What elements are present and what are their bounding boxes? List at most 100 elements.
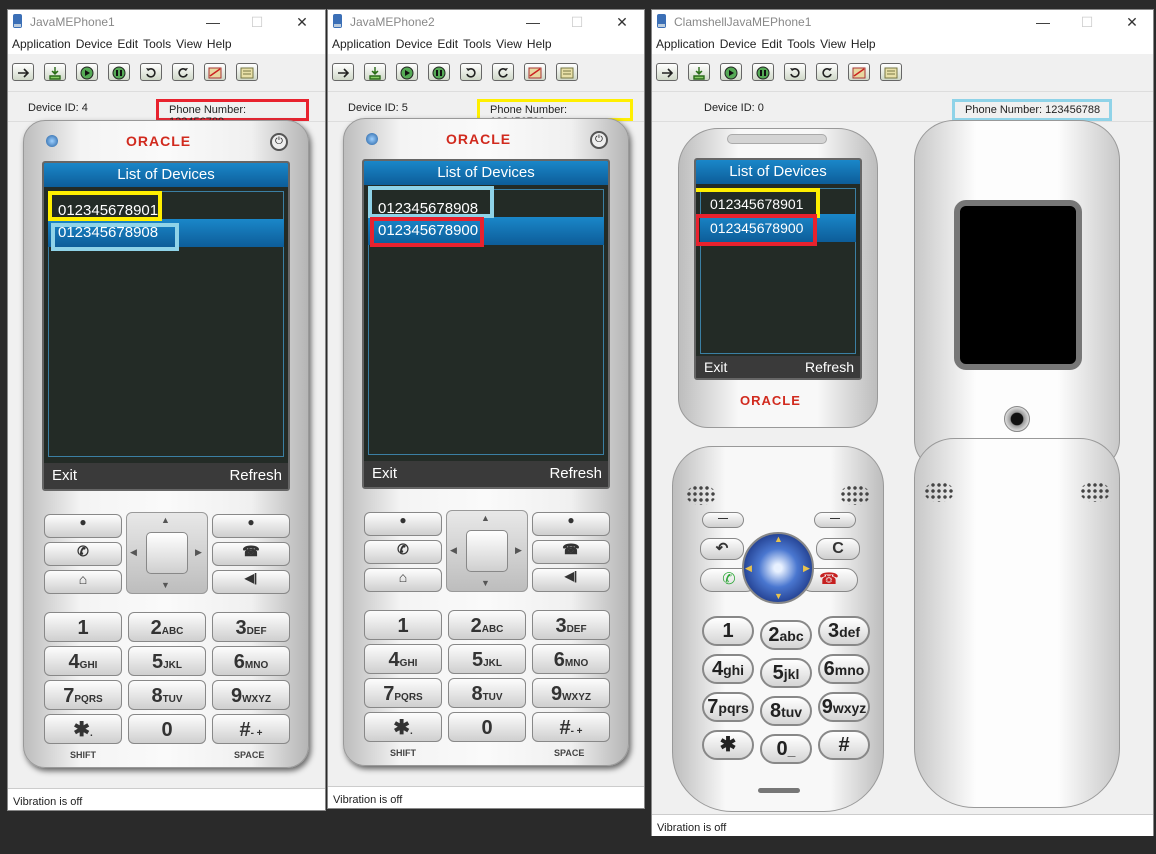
minimize-icon[interactable]: — [198, 12, 228, 32]
menu-application[interactable]: Application [328, 34, 391, 51]
key-4[interactable]: 4GHI [364, 644, 442, 674]
power-button[interactable]: ⏻ [590, 131, 608, 149]
menu-view[interactable]: View [172, 34, 202, 51]
list-icon[interactable] [880, 63, 902, 81]
menu-view[interactable]: View [816, 34, 846, 51]
key-7[interactable]: 7pqrs [702, 692, 754, 722]
nav-left-icon[interactable]: ◀ [745, 563, 752, 574]
menu-tools[interactable]: Tools [783, 34, 815, 51]
menu-edit[interactable]: Edit [113, 34, 138, 51]
key-6[interactable]: 6mno [818, 654, 870, 684]
refresh-softkey[interactable]: Refresh [805, 356, 854, 378]
key-4[interactable]: 4ghi [702, 654, 754, 684]
monitor-icon[interactable] [204, 63, 226, 81]
list-icon[interactable] [556, 63, 578, 81]
key-9[interactable]: 9WXYZ [532, 678, 610, 708]
minimize-icon[interactable]: — [518, 12, 548, 32]
pause-icon[interactable] [428, 63, 450, 81]
key-8[interactable]: 8TUV [128, 680, 206, 710]
key-9[interactable]: 9WXYZ [212, 680, 290, 710]
home-icon[interactable]: ⌂ [44, 570, 122, 594]
pause-icon[interactable] [108, 63, 130, 81]
refresh-softkey[interactable]: Refresh [229, 463, 282, 489]
maximize-icon[interactable]: ☐ [242, 12, 272, 32]
key-1[interactable]: 1 [702, 616, 754, 646]
menu-tools[interactable]: Tools [459, 34, 491, 51]
key-hash[interactable]: #- + [532, 712, 610, 742]
left-softkey[interactable]: ● [44, 514, 122, 538]
key-2[interactable]: 2abc [760, 620, 812, 650]
key-3[interactable]: 3DEF [532, 610, 610, 640]
nav-down-icon[interactable]: ▼ [161, 580, 170, 590]
nav-right-icon[interactable]: ▶ [515, 545, 522, 556]
exit-softkey[interactable]: Exit [372, 461, 397, 487]
menu-tools[interactable]: Tools [139, 34, 171, 51]
key-2[interactable]: 2ABC [448, 610, 526, 640]
nav-down-icon[interactable]: ▼ [774, 591, 783, 601]
right-softkey[interactable]: — [814, 512, 856, 528]
run-icon[interactable] [332, 63, 354, 81]
key-3[interactable]: 3DEF [212, 612, 290, 642]
exit-softkey[interactable]: Exit [704, 356, 727, 378]
resume-icon[interactable] [460, 63, 482, 81]
install-icon[interactable] [688, 63, 710, 81]
key-8[interactable]: 8TUV [448, 678, 526, 708]
home-icon[interactable]: ⌂ [364, 568, 442, 592]
close-icon[interactable]: ✕ [607, 12, 637, 32]
minimize-icon[interactable]: — [1028, 12, 1058, 32]
back-icon[interactable]: ↶ [700, 538, 744, 560]
reset-icon[interactable] [816, 63, 838, 81]
title-bar[interactable]: ClamshellJavaMEPhone1 — ☐ ✕ [652, 10, 1153, 34]
clear-icon[interactable]: ◀| [212, 570, 290, 594]
exit-softkey[interactable]: Exit [52, 463, 77, 489]
end-call-icon[interactable]: ☎ [212, 542, 290, 566]
key-8[interactable]: 8tuv [760, 696, 812, 726]
install-icon[interactable] [364, 63, 386, 81]
install-icon[interactable] [44, 63, 66, 81]
clear-button[interactable]: C [816, 538, 860, 560]
pause-icon[interactable] [752, 63, 774, 81]
key-2[interactable]: 2ABC [128, 612, 206, 642]
reset-icon[interactable] [492, 63, 514, 81]
key-star[interactable]: ✱. [364, 712, 442, 742]
right-softkey[interactable]: ● [532, 512, 610, 536]
key-hash[interactable]: # [818, 730, 870, 760]
play-icon[interactable] [720, 63, 742, 81]
key-1[interactable]: 1 [364, 610, 442, 640]
menu-application[interactable]: Application [8, 34, 71, 51]
nav-up-icon[interactable]: ▲ [161, 515, 170, 525]
resume-icon[interactable] [784, 63, 806, 81]
key-9[interactable]: 9wxyz [818, 692, 870, 722]
key-7[interactable]: 7PQRS [44, 680, 122, 710]
close-icon[interactable]: ✕ [287, 12, 317, 32]
key-6[interactable]: 6MNO [532, 644, 610, 674]
nav-left-icon[interactable]: ◀ [130, 547, 137, 558]
menu-help[interactable]: Help [847, 34, 876, 51]
key-0[interactable]: 0 [448, 712, 526, 742]
key-1[interactable]: 1 [44, 612, 122, 642]
menu-device[interactable]: Device [392, 34, 433, 51]
call-icon[interactable]: ✆ [364, 540, 442, 564]
right-softkey[interactable]: ● [212, 514, 290, 538]
key-5[interactable]: 5jkl [760, 658, 812, 688]
refresh-softkey[interactable]: Refresh [549, 461, 602, 487]
nav-left-icon[interactable]: ◀ [450, 545, 457, 556]
monitor-icon[interactable] [848, 63, 870, 81]
maximize-icon[interactable]: ☐ [562, 12, 592, 32]
menu-device[interactable]: Device [716, 34, 757, 51]
play-icon[interactable] [396, 63, 418, 81]
nav-right-icon[interactable]: ▶ [195, 547, 202, 558]
nav-right-icon[interactable]: ▶ [803, 563, 810, 574]
select-button[interactable] [466, 530, 508, 572]
close-icon[interactable]: ✕ [1117, 12, 1147, 32]
key-6[interactable]: 6MNO [212, 646, 290, 676]
menu-help[interactable]: Help [203, 34, 232, 51]
menu-edit[interactable]: Edit [757, 34, 782, 51]
nav-up-icon[interactable]: ▲ [481, 513, 490, 523]
play-icon[interactable] [76, 63, 98, 81]
reset-icon[interactable] [172, 63, 194, 81]
left-softkey[interactable]: — [702, 512, 744, 528]
title-bar[interactable]: JavaMEPhone2 — ☐ ✕ [328, 10, 644, 34]
resume-icon[interactable] [140, 63, 162, 81]
run-icon[interactable] [656, 63, 678, 81]
